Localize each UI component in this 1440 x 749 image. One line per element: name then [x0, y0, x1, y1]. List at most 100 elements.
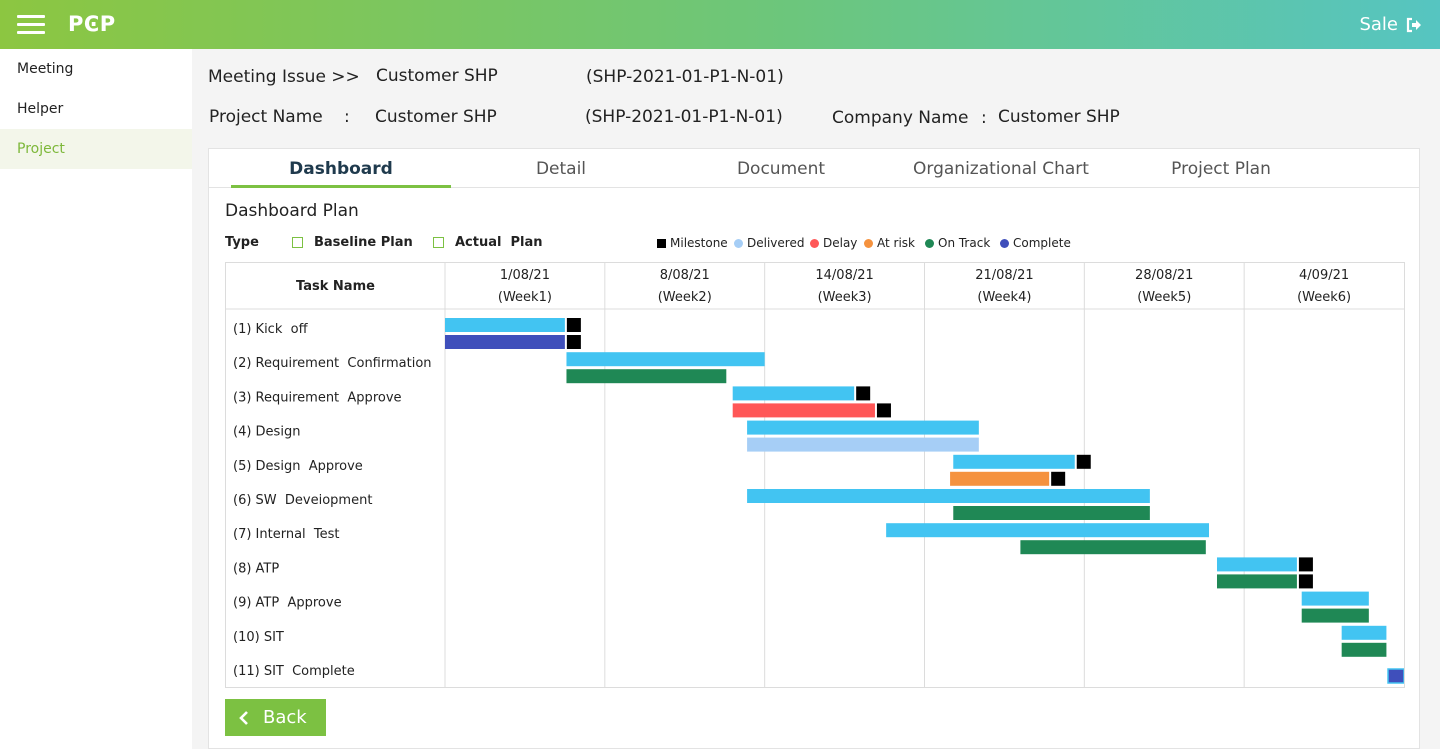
- baseline-bar[interactable]: [566, 352, 765, 367]
- meeting-issue-name: Customer SHP: [376, 66, 498, 86]
- legend-label: On Track: [938, 236, 991, 250]
- legend-complete: Complete: [1000, 236, 1071, 250]
- company-name-value: Customer SHP: [998, 107, 1120, 127]
- week-number-label: (Week3): [818, 290, 872, 305]
- actual-bar[interactable]: [1341, 642, 1387, 657]
- legend-label: Complete: [1013, 236, 1071, 250]
- tab-bar: Dashboard Detail Document Organizational…: [209, 149, 1419, 188]
- week-number-label: (Week4): [977, 290, 1031, 305]
- milestone-marker[interactable]: [566, 335, 581, 349]
- actual-plan-checkbox[interactable]: [433, 237, 444, 248]
- legend-label: Delay: [823, 236, 858, 250]
- chevron-left-icon: [239, 710, 248, 725]
- task-name-label: (6) SW Deveiopment: [233, 493, 372, 508]
- milestone-marker[interactable]: [1298, 574, 1313, 589]
- sidebar: Meeting Helper Project: [0, 49, 192, 749]
- tab-document[interactable]: Document: [671, 149, 891, 188]
- actual-bar[interactable]: [950, 471, 1050, 486]
- complete-dot-icon: [1000, 238, 1009, 248]
- task-name-label: (8) ATP: [233, 561, 279, 576]
- milestone-marker[interactable]: [566, 318, 581, 332]
- type-label: Type: [225, 235, 259, 250]
- actual-bar[interactable]: [732, 403, 875, 418]
- tab-dashboard[interactable]: Dashboard: [231, 149, 451, 188]
- sidebar-item-helper[interactable]: Helper: [0, 89, 192, 129]
- task-name-label: (9) ATP Approve: [233, 596, 342, 611]
- milestone-marker[interactable]: [1298, 557, 1313, 572]
- actual-bar[interactable]: [1387, 668, 1404, 684]
- sidebar-item-project[interactable]: Project: [0, 129, 192, 169]
- baseline-bar[interactable]: [953, 454, 1075, 469]
- section-title: Dashboard Plan: [225, 201, 359, 221]
- on-track-dot-icon: [925, 238, 934, 248]
- week-date-label: 28/08/21: [1135, 268, 1193, 283]
- week-number-label: (Week2): [658, 290, 712, 305]
- app-logo[interactable]: PϾP: [68, 12, 116, 36]
- week-number-label: (Week6): [1297, 290, 1351, 305]
- week-date-label: 14/08/21: [815, 268, 873, 283]
- top-bar: PϾP Sale: [0, 0, 1440, 49]
- task-name-label: (10) SIT: [233, 630, 284, 645]
- actual-bar[interactable]: [1301, 608, 1369, 623]
- user-menu[interactable]: Sale: [1359, 14, 1422, 35]
- project-name-separator: :: [344, 107, 350, 127]
- back-button-label: Back: [263, 707, 307, 728]
- actual-plan-label: Actual Plan: [455, 235, 543, 250]
- baseline-plan-label: Baseline Plan: [314, 235, 413, 250]
- actual-bar[interactable]: [953, 506, 1150, 520]
- logout-icon[interactable]: [1406, 17, 1422, 33]
- week-number-label: (Week5): [1137, 290, 1191, 305]
- baseline-bar[interactable]: [1341, 625, 1387, 640]
- task-name-label: (5) Design Approve: [233, 459, 363, 474]
- sidebar-item-meeting[interactable]: Meeting: [0, 49, 192, 89]
- meeting-issue-code: (SHP-2021-01-P1-N-01): [586, 67, 784, 87]
- milestone-marker[interactable]: [1076, 454, 1091, 469]
- hamburger-icon[interactable]: [17, 15, 45, 35]
- tab-detail[interactable]: Detail: [451, 149, 671, 188]
- legend-delay: Delay: [810, 236, 857, 250]
- milestone-marker[interactable]: [876, 403, 891, 418]
- milestone-marker[interactable]: [856, 386, 871, 401]
- actual-bar[interactable]: [1216, 574, 1297, 589]
- company-name-label: Company Name: [832, 108, 969, 128]
- legend-on-track: On Track: [925, 236, 990, 250]
- task-name-label: (3) Requirement Approve: [233, 390, 402, 405]
- task-name-label: (11) SIT Complete: [233, 664, 355, 679]
- company-name-separator: :: [981, 108, 987, 128]
- task-name-label: (4) Design: [233, 425, 300, 440]
- task-name-header: Task Name: [296, 279, 375, 294]
- milestone-square-icon: [657, 238, 666, 248]
- baseline-bar[interactable]: [886, 523, 1210, 538]
- tab-project-plan[interactable]: Project Plan: [1111, 149, 1331, 188]
- project-code: (SHP-2021-01-P1-N-01): [585, 107, 783, 127]
- gantt-svg: Task Name 1/08/21 (Week1) 8/08/21 (Week2) 14/…: [226, 263, 1404, 687]
- legend-label: At risk: [877, 236, 915, 250]
- legend-at-risk: At risk: [864, 236, 915, 250]
- baseline-bar[interactable]: [747, 489, 1150, 503]
- baseline-bar[interactable]: [1301, 591, 1369, 606]
- project-name-value: Customer SHP: [375, 107, 497, 127]
- week-date-label: 8/08/21: [660, 268, 710, 283]
- at-risk-dot-icon: [864, 238, 873, 248]
- type-filter-row: Type Baseline Plan Actual Plan Milestone…: [225, 235, 1405, 251]
- actual-bar[interactable]: [747, 437, 979, 452]
- milestone-marker[interactable]: [1051, 471, 1066, 486]
- project-name-label: Project Name: [209, 107, 323, 127]
- week-number-label: (Week1): [498, 290, 552, 305]
- actual-bar[interactable]: [445, 335, 565, 349]
- task-name-label: (2) Requirement Confirmation: [233, 356, 432, 371]
- baseline-bar[interactable]: [1216, 557, 1297, 572]
- week-date-label: 21/08/21: [975, 268, 1033, 283]
- actual-bar[interactable]: [1020, 540, 1206, 555]
- week-date-label: 1/08/21: [500, 268, 550, 283]
- actual-bar[interactable]: [566, 369, 727, 384]
- baseline-plan-checkbox[interactable]: [292, 237, 303, 248]
- baseline-bar[interactable]: [732, 386, 855, 401]
- legend-delivered: Delivered: [734, 236, 804, 250]
- delivered-dot-icon: [734, 238, 743, 248]
- tab-organizational-chart[interactable]: Organizational Chart: [891, 149, 1111, 188]
- back-button[interactable]: Back: [225, 699, 326, 736]
- baseline-bar[interactable]: [747, 420, 979, 435]
- user-label: Sale: [1359, 14, 1398, 35]
- baseline-bar[interactable]: [445, 318, 565, 332]
